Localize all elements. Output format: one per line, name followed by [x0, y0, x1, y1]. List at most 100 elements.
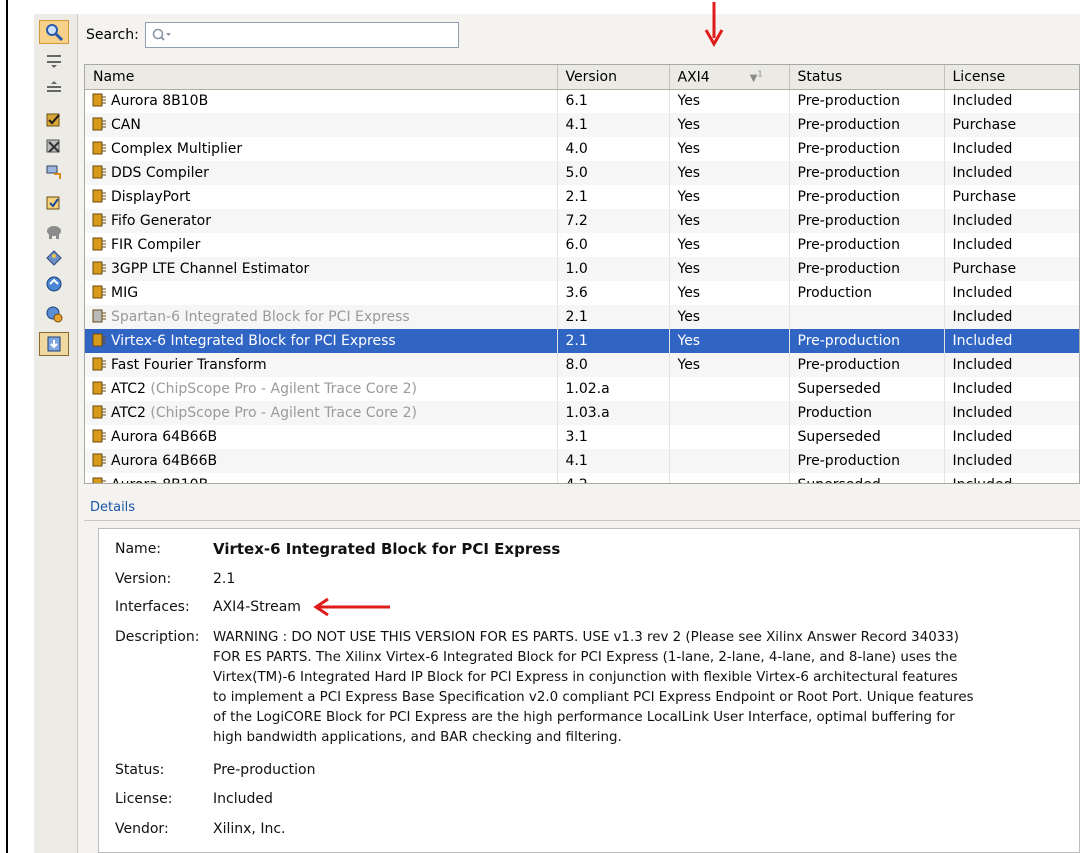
axi4-cell	[669, 425, 790, 449]
ip-name-cell: Fifo Generator	[85, 209, 558, 233]
compatible-filter-icon[interactable]	[39, 108, 69, 132]
license-cell: Purchase	[944, 113, 1079, 137]
column-header-status[interactable]: Status	[789, 65, 945, 90]
ip-name: Fifo Generator	[111, 213, 211, 229]
version-cell: 4.1	[557, 449, 670, 473]
repository-icon[interactable]	[39, 272, 69, 296]
table-row[interactable]: Spartan-6 Integrated Block for PCI Expre…	[85, 305, 1079, 329]
view-data-icon[interactable]	[39, 160, 69, 184]
ip-table: Name Version AXI4 ▼1 Status License Auror…	[84, 64, 1080, 484]
ip-core-icon	[92, 309, 106, 323]
status-cell: Superseded	[789, 473, 945, 483]
column-header-version[interactable]: Version	[557, 65, 670, 90]
table-row[interactable]: CAN 4.1 Yes Pre-production Purchase	[85, 113, 1079, 137]
table-row[interactable]: Aurora 8B10B 4.2 SupersededIncluded	[85, 473, 1079, 483]
axi4-cell: Yes	[669, 209, 790, 233]
table-row[interactable]: Aurora 8B10B 6.1 Yes Pre-production Included	[85, 89, 1079, 113]
details-divider	[84, 520, 1080, 521]
table-row[interactable]: Aurora 64B66B 4.1 Pre-production Included	[85, 449, 1079, 473]
table-row[interactable]: ATC2 (ChipScope Pro - Agilent Trace Core…	[85, 401, 1079, 425]
ip-name: ATC2	[111, 405, 146, 421]
ip-name-cell: Complex Multiplier	[85, 137, 558, 161]
search-row: Search:	[86, 22, 459, 48]
detail-name-value: Virtex-6 Integrated Block for PCI Expres…	[213, 540, 561, 558]
version-cell: 5.0	[557, 161, 670, 185]
status-cell: Pre-production	[789, 185, 945, 209]
axi4-cell	[669, 377, 790, 401]
column-header-name[interactable]: Name	[85, 65, 558, 90]
axi4-cell	[669, 449, 790, 473]
axi4-cell	[669, 401, 790, 425]
table-row[interactable]: MIG 3.6 Yes Production Included	[85, 281, 1079, 305]
axi4-cell: Yes	[669, 113, 790, 137]
column-header-axi4-label: AXI4	[677, 68, 710, 85]
table-row[interactable]: 3GPP LTE Channel Estimator 1.0 Yes Pre-prod…	[85, 257, 1079, 281]
status-cell: Pre-production	[789, 329, 945, 353]
ip-name: DDS Compiler	[111, 165, 209, 181]
table-row[interactable]: Virtex-6 Integrated Block for PCI Expres…	[85, 329, 1079, 353]
table-row[interactable]: FIR Compiler 6.0 Yes Pre-production Included	[85, 233, 1079, 257]
ip-name-cell: CAN	[85, 113, 558, 137]
ip-name-cell: Spartan-6 Integrated Block for PCI Expre…	[85, 305, 558, 329]
ip-name-cell: Aurora 64B66B	[85, 425, 558, 449]
ip-name: Aurora 64B66B	[111, 453, 218, 469]
supported-filter-icon[interactable]	[39, 192, 69, 216]
expand-all-icon[interactable]	[39, 76, 69, 100]
ip-name: Fast Fourier Transform	[111, 357, 267, 373]
ip-core-icon	[92, 213, 106, 227]
table-row[interactable]: Aurora 64B66B 3.1 Superseded Included	[85, 425, 1079, 449]
ip-name-suffix: (ChipScope Pro - Agilent Trace Core 2)	[150, 405, 417, 421]
search-input[interactable]	[144, 22, 459, 48]
download-icon[interactable]	[39, 332, 69, 356]
description-line: FOR ES PARTS. The Xilinx Virtex-6 Integr…	[213, 650, 958, 665]
detail-name-label: Name:	[115, 541, 162, 557]
ip-core-icon	[92, 285, 106, 299]
elephant-icon[interactable]	[39, 220, 69, 244]
ip-name: Spartan-6 Integrated Block for PCI Expre…	[111, 309, 410, 325]
search-icon[interactable]	[39, 20, 69, 44]
table-row[interactable]: Fifo Generator 7.2 Yes Pre-production Includ…	[85, 209, 1079, 233]
version-cell: 3.6	[557, 281, 670, 305]
table-header-row: Name Version AXI4 ▼1 Status License	[85, 65, 1079, 90]
ip-name-cell: ATC2 (ChipScope Pro - Agilent Trace Core…	[85, 377, 558, 401]
incompatible-filter-icon[interactable]	[39, 134, 69, 158]
license-cell: Included	[944, 209, 1079, 233]
details-title[interactable]: Details	[90, 500, 135, 515]
status-cell: Superseded	[789, 377, 945, 401]
status-cell	[789, 305, 945, 329]
search-dropdown-icon[interactable]	[151, 27, 173, 43]
add-repository-icon[interactable]	[39, 302, 69, 326]
column-header-license[interactable]: License	[944, 65, 1079, 90]
ip-name-cell: Fast Fourier Transform	[85, 353, 558, 377]
axi4-cell: Yes	[669, 185, 790, 209]
table-row[interactable]: DDS Compiler 5.0 Yes Pre-production Included	[85, 161, 1079, 185]
table-row[interactable]: Complex Multiplier 4.0 Yes Pre-production In…	[85, 137, 1079, 161]
ip-core-icon	[92, 261, 106, 275]
ip-name: 3GPP LTE Channel Estimator	[111, 261, 310, 277]
license-cell: Included	[944, 137, 1079, 161]
status-cell: Production	[789, 401, 945, 425]
ip-name: Complex Multiplier	[111, 141, 243, 157]
window-left-border	[6, 0, 8, 853]
tag-icon[interactable]	[39, 246, 69, 270]
version-cell: 7.2	[557, 209, 670, 233]
status-cell: Pre-production	[789, 449, 945, 473]
version-cell: 2.1	[557, 329, 670, 353]
column-header-axi4[interactable]: AXI4 ▼1	[669, 65, 790, 90]
axi4-cell: Yes	[669, 89, 790, 113]
version-cell: 3.1	[557, 425, 670, 449]
detail-version-value: 2.1	[213, 571, 236, 587]
ip-name-cell: 3GPP LTE Channel Estimator	[85, 257, 558, 281]
ip-core-icon	[92, 141, 106, 155]
axi4-cell: Yes	[669, 137, 790, 161]
details-panel: Details Name: Virtex-6 Integrated Block …	[84, 494, 1080, 853]
table-row[interactable]: Fast Fourier Transform 8.0 Yes Pre-producti…	[85, 353, 1079, 377]
detail-version-label: Version:	[115, 571, 172, 587]
version-cell: 1.0	[557, 257, 670, 281]
search-label: Search:	[86, 27, 139, 43]
collapse-all-icon[interactable]	[39, 50, 69, 74]
table-row[interactable]: DisplayPort 2.1 Yes Pre-production Purchase	[85, 185, 1079, 209]
table-row[interactable]: ATC2 (ChipScope Pro - Agilent Trace Core…	[85, 377, 1079, 401]
axi4-cell: Yes	[669, 353, 790, 377]
status-cell: Superseded	[789, 425, 945, 449]
